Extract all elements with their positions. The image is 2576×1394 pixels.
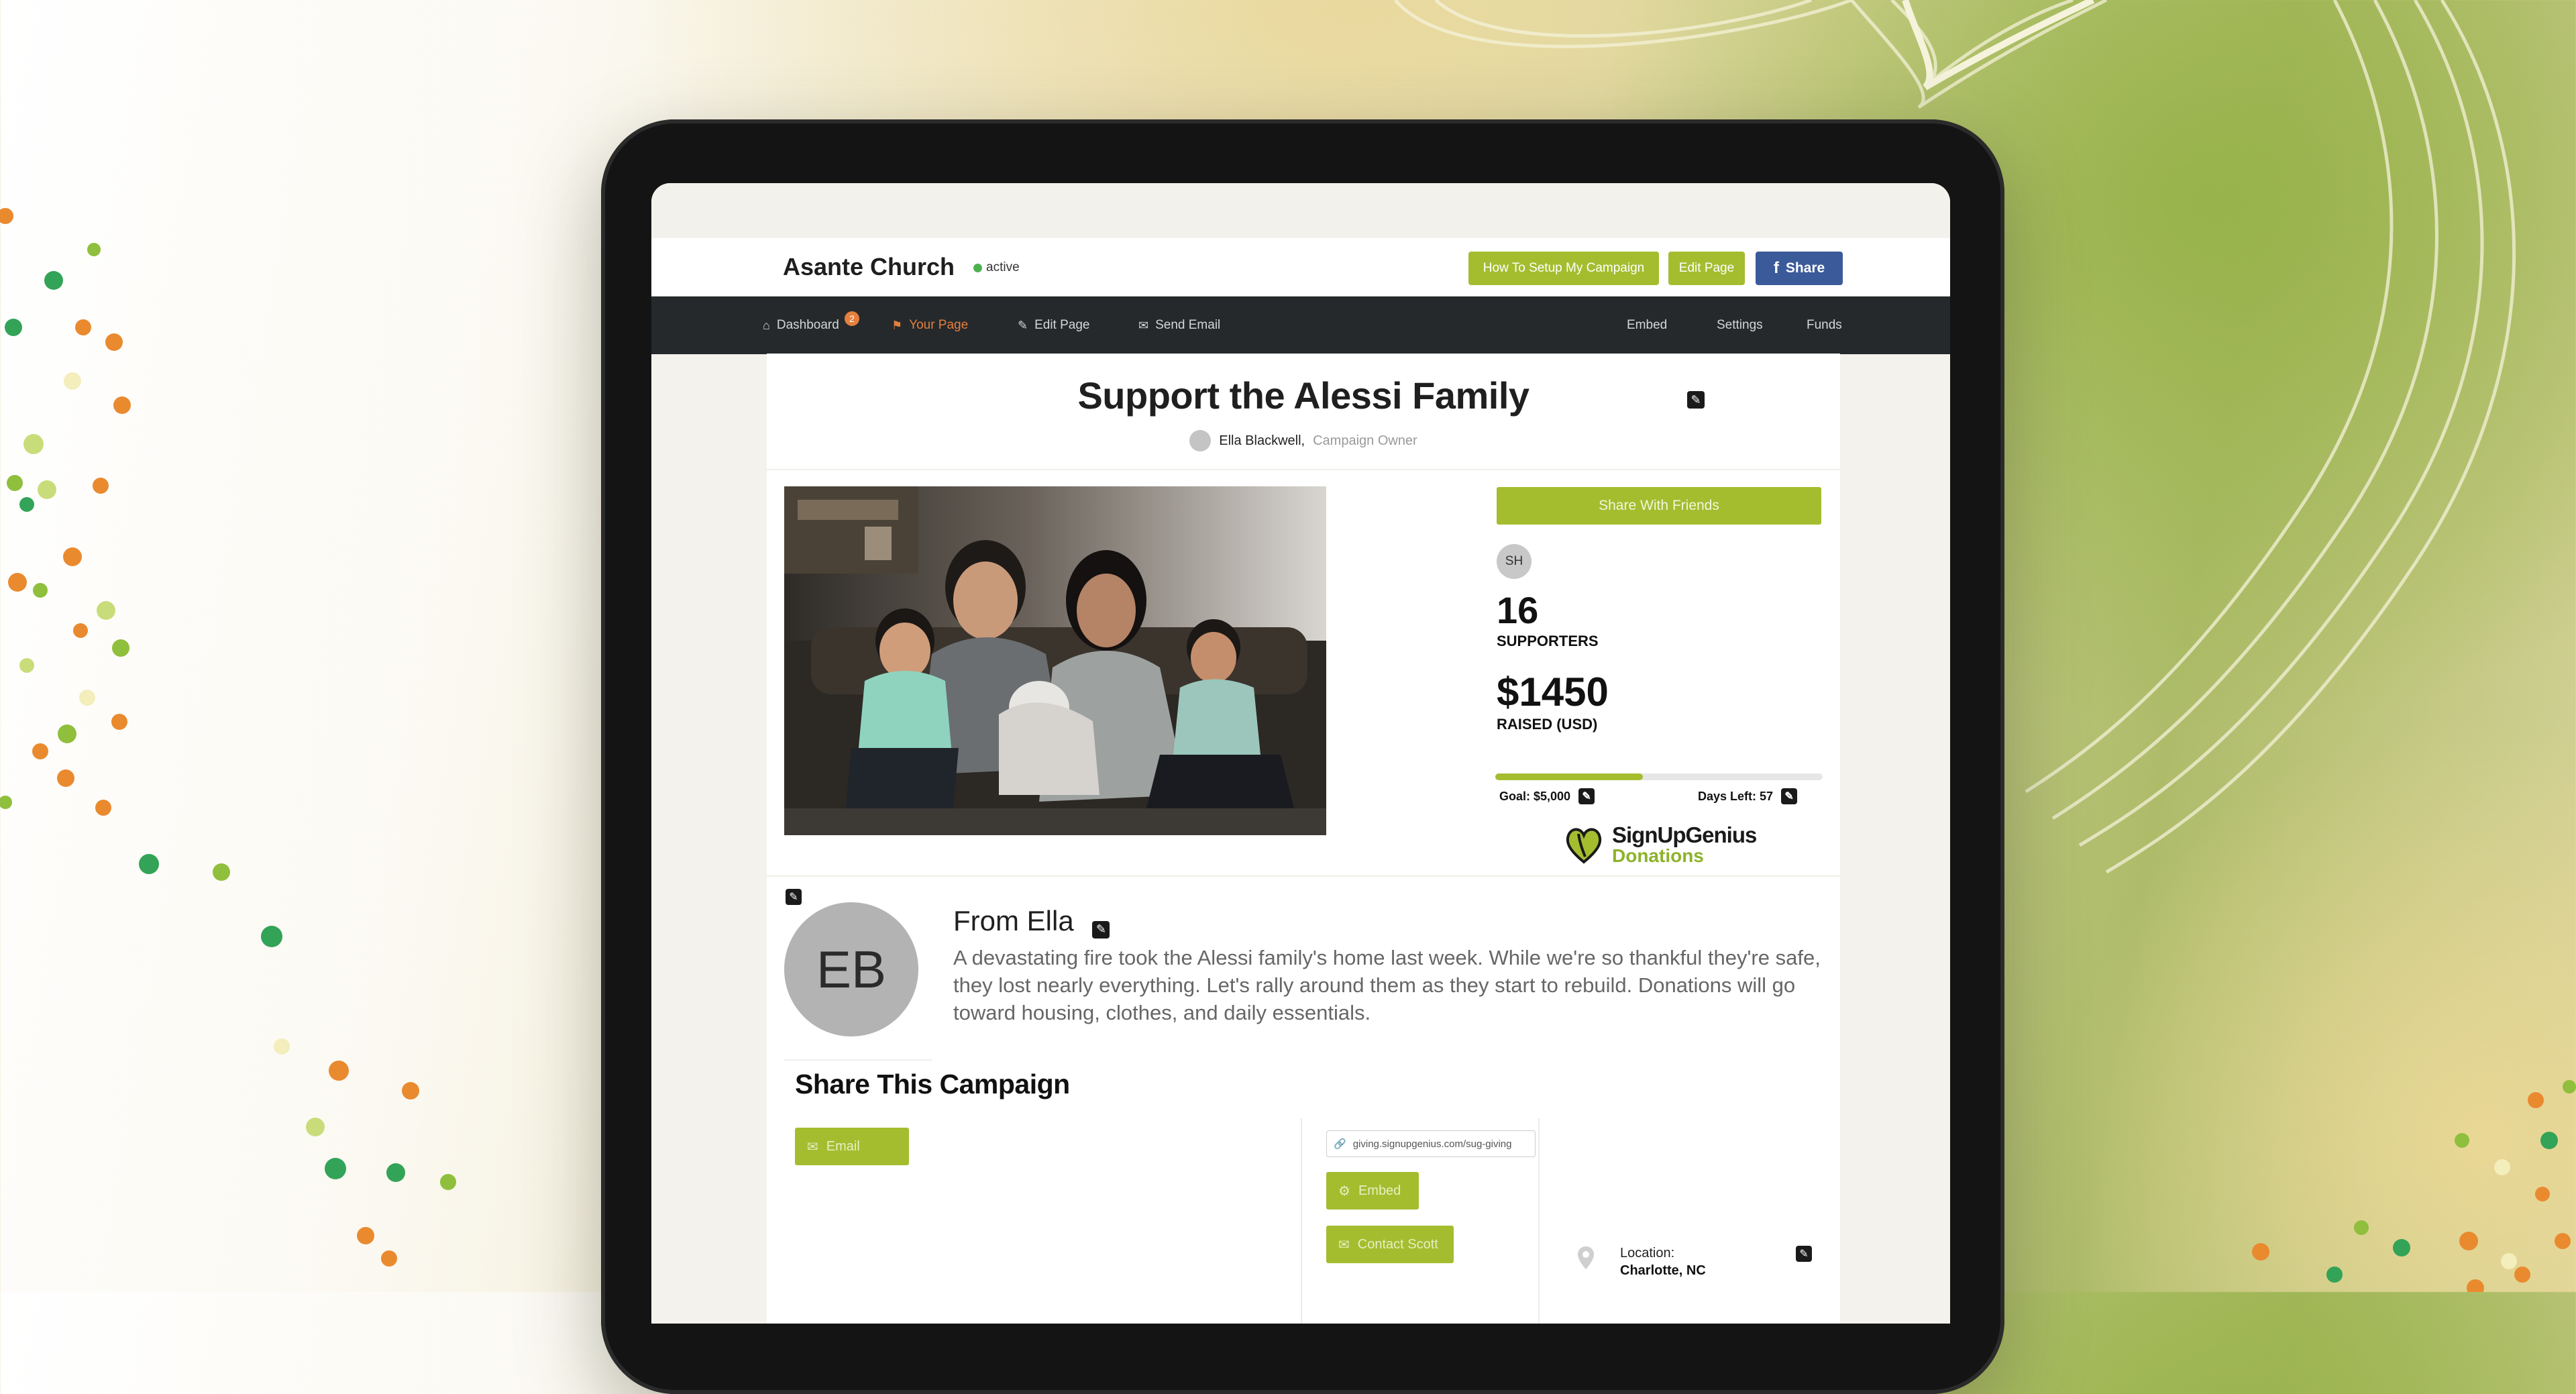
heart-logo-icon (1566, 828, 1602, 864)
top-strip (651, 183, 1950, 238)
title-divider (767, 469, 1840, 470)
goal-label: Goal: $5,000 (1499, 789, 1571, 803)
facebook-share-label: Share (1785, 260, 1825, 276)
days-left-label: Days Left: 57 (1698, 789, 1774, 803)
pencil-icon: ✎ (1018, 318, 1028, 332)
envelope-icon: ✉ (807, 1139, 818, 1155)
tablet-device: Asante Church active How To Setup My Cam… (601, 119, 2004, 1394)
signupgenius-logo: SignUpGenius Donations (1562, 822, 1757, 866)
location-value: Charlotte, NC (1620, 1263, 1706, 1278)
goal-progress-bar (1495, 773, 1823, 780)
location-label: Location: (1620, 1246, 1675, 1261)
raised-amount: $1450 (1497, 669, 1609, 714)
email-share-button[interactable]: ✉ Email (795, 1128, 909, 1165)
campaign-title: Support the Alessi Family (1077, 374, 1529, 417)
contact-button-label: Contact Scott (1357, 1236, 1438, 1252)
campaign-url-field[interactable]: 🔗 giving.signupgenius.com/sug-giving (1326, 1130, 1536, 1157)
envelope-icon: ✉ (1338, 1237, 1350, 1252)
nav-settings[interactable]: Settings (1717, 297, 1763, 354)
supporter-avatar: SH (1497, 544, 1532, 579)
share-title: Share This Campaign (795, 1069, 1070, 1100)
facebook-share-button[interactable]: f Share (1756, 252, 1843, 285)
status-dot-icon (973, 263, 982, 272)
edit-page-button[interactable]: Edit Page (1668, 252, 1745, 285)
edit-message-icon[interactable]: ✎ (1092, 920, 1110, 939)
days-left-row: Days Left: 57 ✎ (1698, 788, 1798, 804)
nav-send-email-label: Send Email (1155, 318, 1221, 332)
embed-button[interactable]: ⚙ Embed (1326, 1172, 1419, 1210)
message-title-text: From Ella (953, 905, 1074, 936)
share-with-friends-button[interactable]: Share With Friends (1497, 487, 1821, 525)
owner-avatar (1189, 430, 1212, 451)
supporters-count: 16 (1497, 589, 1539, 631)
edit-goal-icon[interactable]: ✎ (1578, 788, 1595, 804)
app-header: Asante Church active How To Setup My Cam… (651, 238, 1950, 297)
campaign-photo (784, 486, 1326, 835)
facebook-icon: f (1773, 259, 1779, 277)
message-body: A devastating fire took the Alessi famil… (953, 946, 1821, 1024)
notification-badge: 2 (845, 311, 859, 326)
edit-location-icon[interactable]: ✎ (1796, 1246, 1812, 1262)
envelope-icon: ✉ (1138, 318, 1149, 332)
logo-line1: SignUpGenius (1612, 822, 1757, 847)
contact-button[interactable]: ✉ Contact Scott (1326, 1226, 1454, 1263)
nav-edit-page[interactable]: ✎ Edit Page (1018, 297, 1090, 354)
campaign-url-text: giving.signupgenius.com/sug-giving (1352, 1138, 1512, 1150)
location-pin-icon (1578, 1246, 1594, 1269)
share-column-divider (1301, 1118, 1302, 1324)
campaign-owner: Ella Blackwell, Campaign Owner (767, 430, 1840, 451)
owner-name[interactable]: Ella Blackwell, (1219, 433, 1305, 449)
logo-line2: Donations (1612, 845, 1704, 866)
share-divider (784, 1059, 932, 1061)
nav-dashboard[interactable]: ⌂ Dashboard 2 (763, 297, 859, 354)
nav-your-page-label: Your Page (909, 318, 969, 332)
edit-avatar-icon[interactable]: ✎ (786, 889, 802, 905)
home-icon: ⌂ (763, 318, 770, 332)
owner-role: Campaign Owner (1313, 433, 1417, 448)
gear-icon: ⚙ (1338, 1183, 1350, 1199)
edit-days-icon[interactable]: ✎ (1781, 788, 1798, 804)
nav-your-page[interactable]: ⚑ Your Page (892, 297, 968, 354)
main-nav: ⌂ Dashboard 2 ⚑ Your Page ✎ Edit Page ✉ … (651, 297, 1950, 354)
flag-icon: ⚑ (892, 318, 903, 332)
author-avatar: EB (784, 902, 918, 1036)
status-label: active (986, 260, 1020, 274)
campaign-panel: Support the Alessi Family ✎ Ella Blackwe… (767, 354, 1840, 1324)
nav-dashboard-label: Dashboard (776, 318, 839, 332)
edit-title-icon[interactable]: ✎ (1687, 391, 1705, 409)
nav-embed[interactable]: Embed (1627, 297, 1667, 354)
link-icon: 🔗 (1334, 1138, 1346, 1150)
nav-edit-page-label: Edit Page (1034, 318, 1090, 332)
goal-row: Goal: $5,000 ✎ (1499, 788, 1595, 804)
raised-label: RAISED (USD) (1497, 716, 1598, 733)
org-name[interactable]: Asante Church (783, 253, 955, 281)
location-column-divider (1538, 1118, 1540, 1324)
email-share-label: Email (826, 1138, 860, 1154)
supporters-label: SUPPORTERS (1497, 633, 1599, 649)
nav-funds[interactable]: Funds (1807, 297, 1842, 354)
message-title: From Ella ✎ (953, 905, 1110, 939)
status-indicator: active (973, 260, 1020, 275)
browser-screen: Asante Church active How To Setup My Cam… (651, 183, 1950, 1324)
embed-button-label: Embed (1358, 1183, 1401, 1198)
nav-send-email[interactable]: ✉ Send Email (1138, 297, 1220, 354)
message-divider (767, 875, 1840, 877)
goal-progress-fill (1495, 773, 1643, 780)
setup-campaign-button[interactable]: How To Setup My Campaign (1468, 252, 1659, 285)
